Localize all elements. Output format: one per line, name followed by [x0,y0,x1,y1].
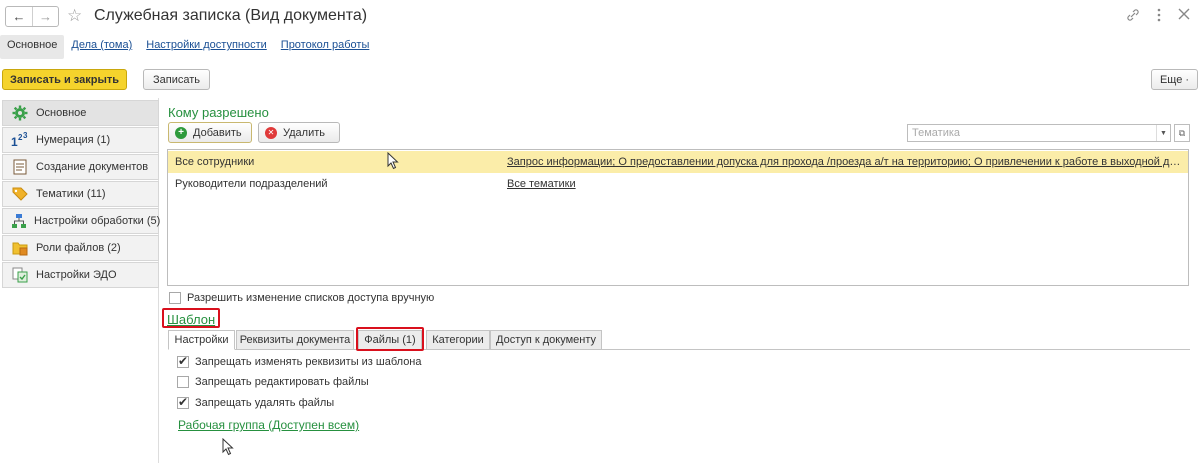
option-checkbox-checked[interactable] [177,354,189,368]
add-button[interactable]: + Добавить [168,122,252,143]
row-who: Руководители подразделений [175,178,328,190]
command-bar: Записать и закрыть Записать Еще · [0,68,1200,92]
option-row[interactable]: Запрещать изменять реквизиты из шаблона [177,354,422,368]
folder-icon [11,239,29,257]
sidebar-item-main[interactable]: Основное [2,100,159,126]
option-checkbox-checked[interactable] [177,395,189,409]
plus-icon: + [175,126,187,139]
tab-categories[interactable]: Категории [426,330,490,350]
table-row[interactable]: Руководители подразделений Все тематики [168,173,1188,195]
save-and-close-button[interactable]: Записать и закрыть [2,69,127,90]
row-topics-link[interactable]: Все тематики [507,178,1182,190]
sidebar-item-doc-creation[interactable]: Создание документов [2,154,159,180]
topic-filter-input[interactable]: Тематика [907,124,1171,142]
access-section-title: Кому разрешено [168,105,269,120]
window-title: Служебная записка (Вид документа) [94,7,368,24]
document-icon [11,158,29,176]
tab-settings[interactable]: Настройки [168,330,235,350]
option-row[interactable]: Запрещать редактировать файлы [177,376,369,388]
manual-access-checkbox[interactable] [169,292,181,304]
star-icon[interactable]: ☆ [67,6,82,26]
delete-icon: ✕ [265,126,277,139]
sidebar-item-numbering[interactable]: 123 Нумерация (1) [2,127,159,153]
save-button[interactable]: Записать [143,69,210,90]
tab-doc-access[interactable]: Доступ к документу [490,330,602,350]
svg-text:3: 3 [23,132,28,140]
svg-text:1: 1 [11,135,18,148]
sidebar-item-processing[interactable]: Настройки обработки (5) [2,208,160,234]
tab-cases[interactable]: Дела (тома) [64,35,139,59]
mouse-cursor-icon [222,437,234,459]
open-form-icon[interactable]: ⧉ [1174,124,1190,142]
row-topics-link[interactable]: Запрос информации; О предоставлении допу… [507,156,1182,168]
forward-icon[interactable]: → [32,7,58,26]
manual-access-checkbox-row[interactable]: Разрешить изменение списков доступа вруч… [169,292,434,304]
sidebar-item-edo[interactable]: Настройки ЭДО [2,262,159,288]
option-row[interactable]: Запрещать удалять файлы [177,395,334,409]
link-icon[interactable] [1126,8,1140,25]
highlight-box [162,308,220,328]
more-button[interactable]: Еще · [1151,69,1198,90]
workgroup-link[interactable]: Рабочая группа (Доступен всем) [178,418,359,432]
row-who: Все сотрудники [175,156,255,168]
close-icon[interactable] [1178,8,1190,25]
back-icon[interactable]: ← [6,7,32,26]
delete-button[interactable]: ✕ Удалить [258,122,340,143]
tab-availability[interactable]: Настройки доступности [139,35,274,59]
access-table: Все сотрудники Запрос информации; О пред… [167,149,1189,286]
window-controls [1126,8,1190,25]
tab-doc-requisites[interactable]: Реквизиты документа [236,330,354,350]
workflow-icon [11,212,27,230]
gear-icon [11,104,29,122]
sidebar-item-topics[interactable]: Тематики (11) [2,181,159,207]
edo-icon [11,266,29,284]
dropdown-arrow-icon[interactable]: ▼ [1156,125,1170,141]
option-checkbox[interactable] [177,376,189,388]
title-bar: ← → ☆ Служебная записка (Вид документа) [0,0,1200,34]
section-menu: Основное 123 Нумерация (1) Создание доку… [0,98,160,463]
tab-work-log[interactable]: Протокол работы [274,35,377,59]
table-row[interactable]: Все сотрудники Запрос информации; О пред… [168,151,1188,173]
form-nav-tabs: Основное Дела (тома) Настройки доступнос… [0,35,376,59]
mouse-cursor-icon [387,151,399,173]
tag-icon [11,185,29,203]
sidebar-item-file-roles[interactable]: Роли файлов (2) [2,235,159,261]
history-nav: ← → [5,6,59,27]
tab-main[interactable]: Основное [0,35,65,59]
more-vertical-icon[interactable] [1156,8,1162,25]
numbering-icon: 123 [11,131,29,149]
highlight-box [356,327,424,351]
